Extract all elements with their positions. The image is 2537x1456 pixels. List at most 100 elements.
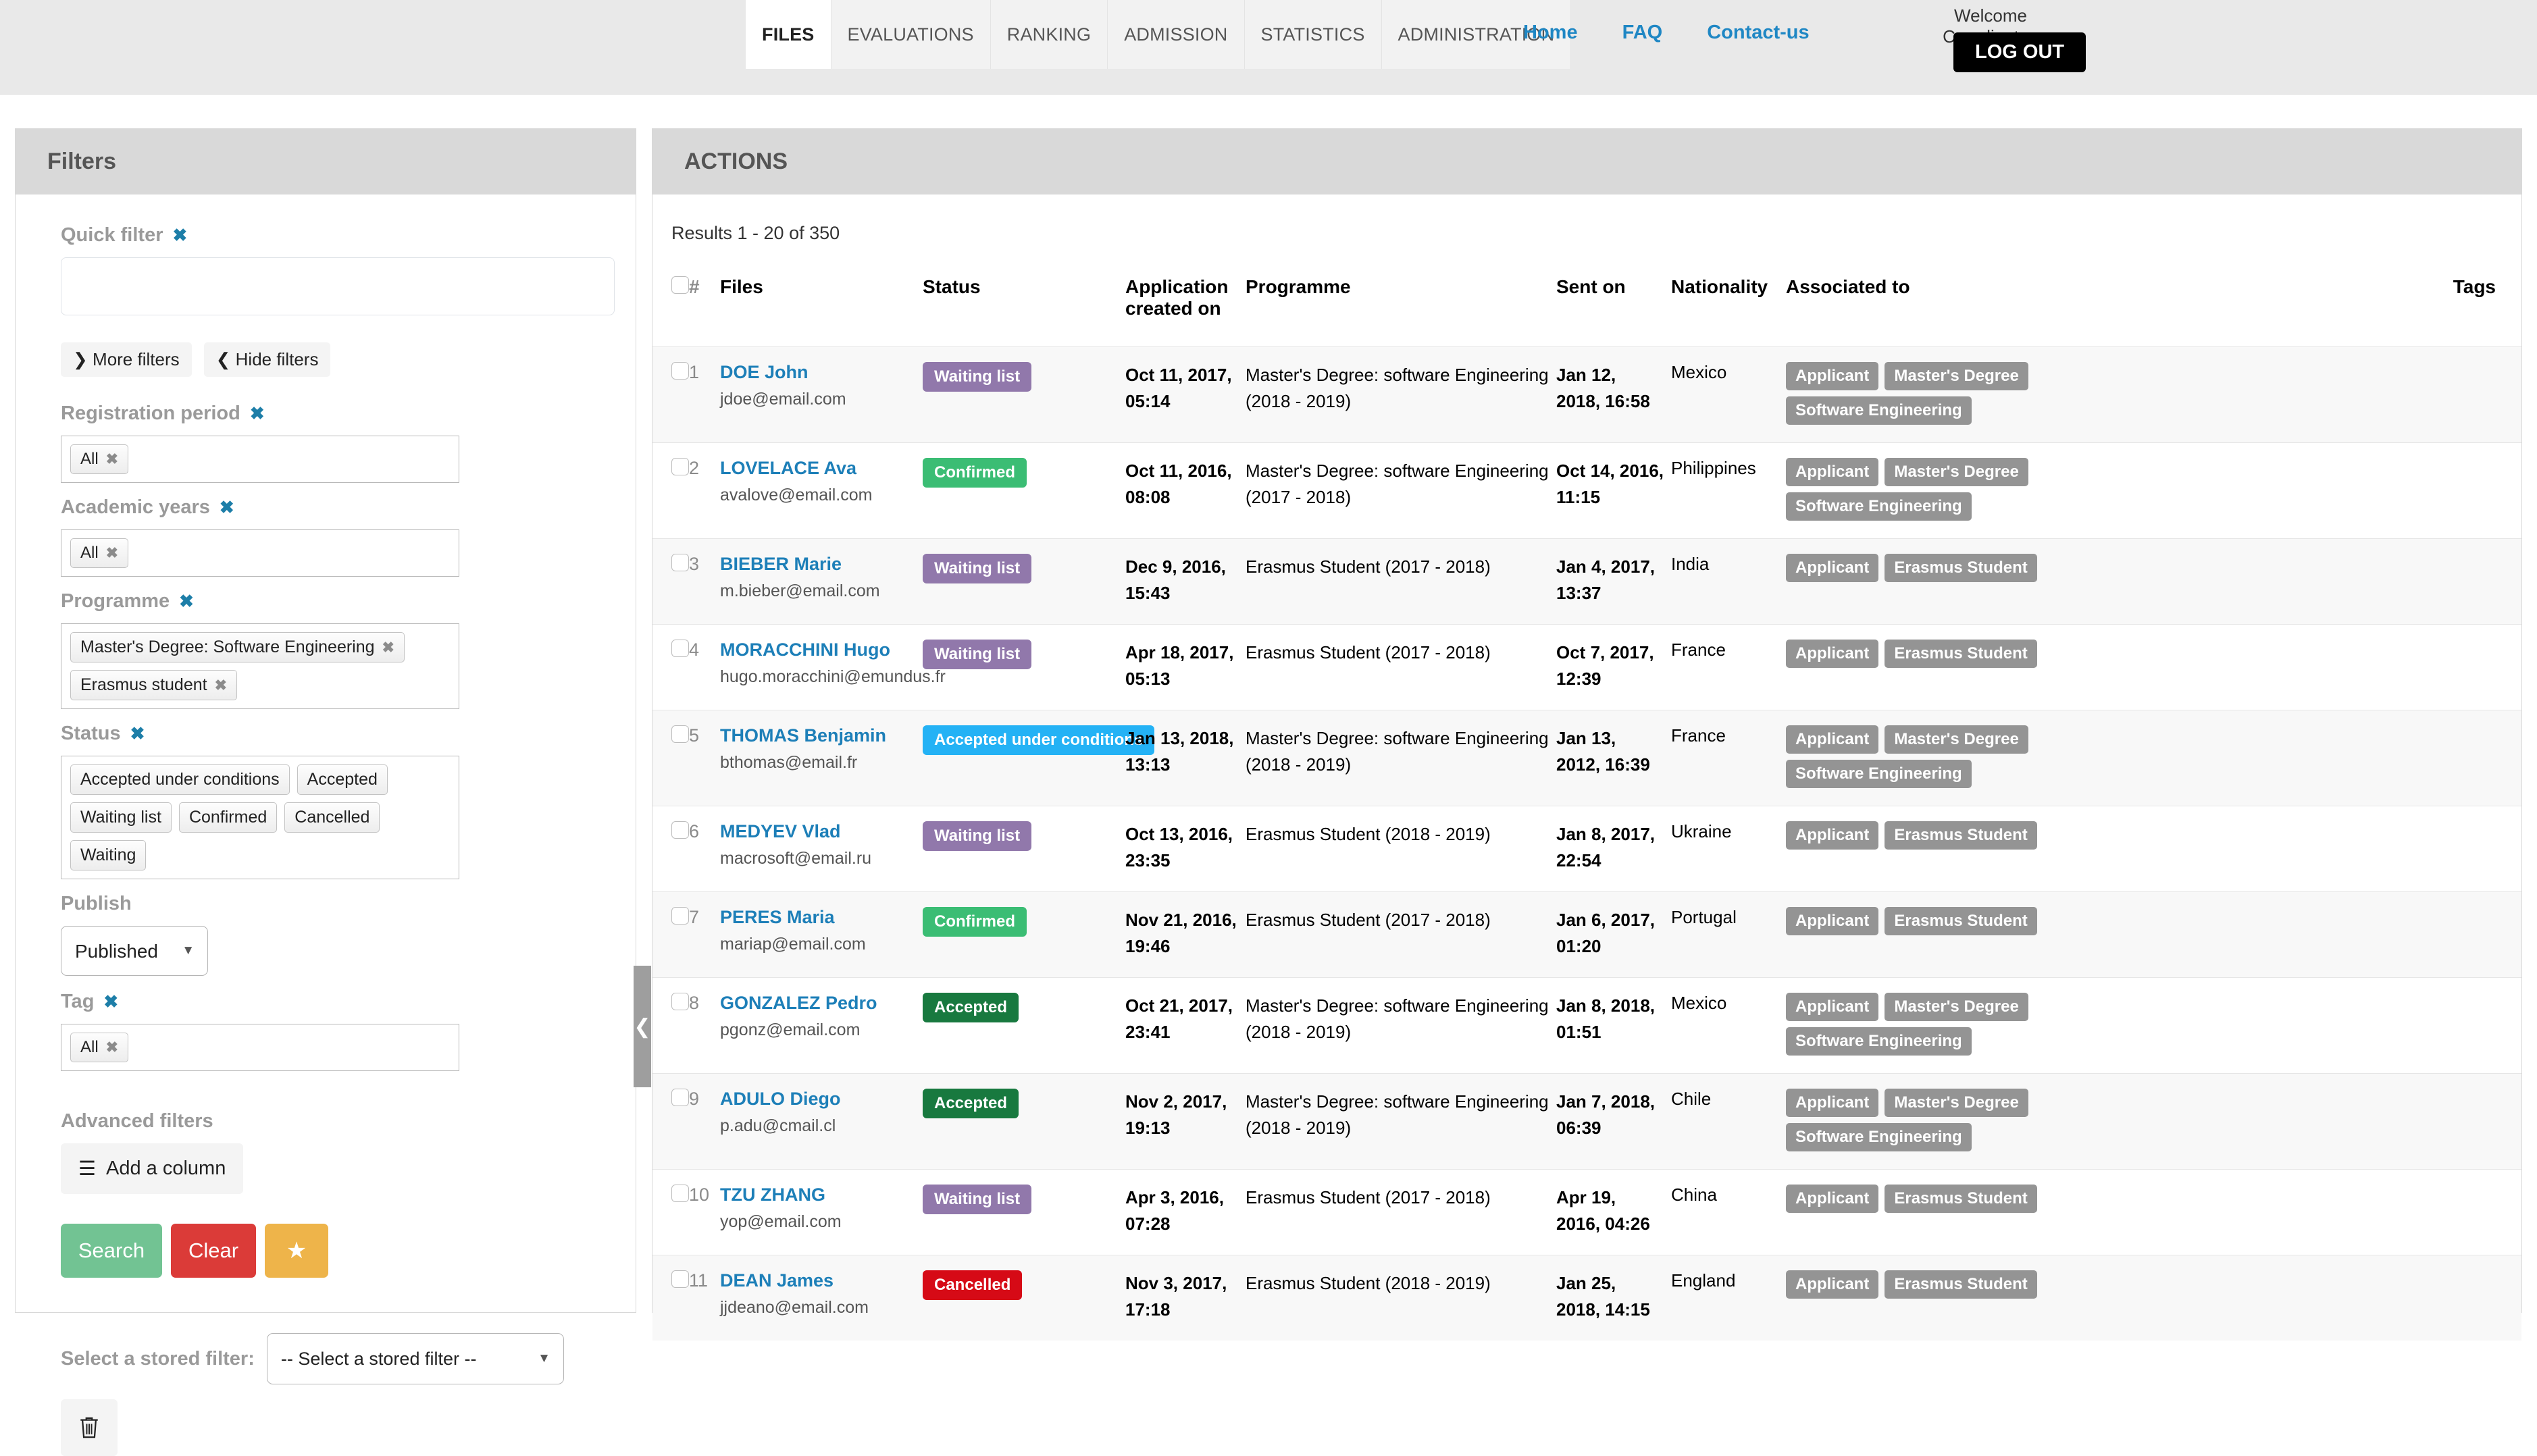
clear-academic-years-icon[interactable]: ✖ [220, 497, 234, 518]
registration-period-chipbox[interactable]: All ✖ [61, 436, 459, 483]
table-row[interactable]: 2 LOVELACE Ava avalove@email.com Confirmed O… [652, 442, 2521, 539]
row-checkbox[interactable] [671, 725, 689, 743]
table-row[interactable]: 6 MEDYEV Vlad macrosoft@email.ru Waiting li… [652, 806, 2521, 892]
table-row[interactable]: 1 DOE John jdoe@email.com Waiting list Oct 1… [652, 346, 2521, 443]
applicant-name-link[interactable]: MORACCHINI Hugo [720, 640, 916, 660]
nav-tab-files[interactable]: FILES [746, 0, 831, 69]
programme-chip[interactable]: Master's Degree: Software Engineering ✖ [70, 632, 405, 662]
save-filter-star-button[interactable]: ★ [265, 1224, 328, 1278]
status-chip[interactable]: Accepted [297, 764, 388, 795]
table-row[interactable]: 7 PERES Maria mariap@email.com Confirmed Nov… [652, 891, 2521, 978]
header-link-faq[interactable]: FAQ [1622, 22, 1663, 44]
applicant-name-link[interactable]: GONZALEZ Pedro [720, 993, 916, 1014]
applicant-name-link[interactable]: MEDYEV Vlad [720, 821, 916, 842]
stored-filter-select[interactable]: -- Select a stored filter -- [266, 1333, 564, 1384]
logout-button[interactable]: LOG OUT [1953, 32, 2086, 72]
applicant-name-link[interactable]: DEAN James [720, 1270, 916, 1291]
table-row[interactable]: 11 DEAN James jjdeano@email.com Cancelled No… [652, 1255, 2521, 1341]
tag-chipbox[interactable]: All ✖ [61, 1024, 459, 1071]
row-checkbox[interactable] [671, 640, 689, 657]
programme-chipbox[interactable]: Master's Degree: Software Engineering ✖ Er… [61, 623, 459, 709]
row-checkbox[interactable] [671, 1270, 689, 1288]
publish-label-text: Publish [61, 893, 132, 914]
programme-cell: Master's Degree: software Engineering (2… [1246, 1074, 1556, 1170]
quick-filter-input[interactable] [61, 257, 615, 315]
column-header-status[interactable]: Status [923, 244, 1125, 347]
status-chip[interactable]: Waiting [70, 840, 147, 870]
clear-tag-icon[interactable]: ✖ [103, 991, 118, 1012]
status-chip[interactable]: Confirmed [178, 802, 278, 833]
nav-tab-admission[interactable]: ADMISSION [1108, 0, 1245, 69]
remove-chip-icon[interactable]: ✖ [106, 1039, 118, 1056]
nav-tab-evaluations[interactable]: EVALUATIONS [831, 0, 991, 69]
table-row[interactable]: 5 THOMAS Benjamin bthomas@email.fr Accepted… [652, 710, 2521, 806]
programme-chip[interactable]: Erasmus student ✖ [70, 670, 238, 700]
row-checkbox[interactable] [671, 362, 689, 380]
row-checkbox[interactable] [671, 554, 689, 571]
header-link-home[interactable]: Home [1523, 22, 1578, 44]
applicant-name-link[interactable]: BIEBER Marie [720, 554, 916, 575]
row-checkbox[interactable] [671, 993, 689, 1010]
select-all-checkbox[interactable] [671, 276, 689, 294]
clear-registration-period-icon[interactable]: ✖ [250, 403, 265, 424]
column-header-files[interactable]: Files [720, 244, 923, 347]
search-button[interactable]: Search [61, 1224, 162, 1278]
nationality-value: Portugal [1671, 907, 1737, 927]
row-checkbox[interactable] [671, 821, 689, 839]
status-chip[interactable]: Cancelled [284, 802, 380, 833]
status-chipbox[interactable]: Accepted under conditions Accepted Waiting… [61, 756, 459, 879]
delete-stored-filter-button[interactable] [61, 1399, 118, 1456]
status-chip[interactable]: Waiting list [70, 802, 172, 833]
column-header-tags[interactable]: Tags [2053, 244, 2521, 347]
applicant-name-link[interactable]: LOVELACE Ava [720, 458, 916, 479]
stored-filter-select-wrap: -- Select a stored filter -- ▼ [266, 1333, 564, 1384]
chevron-down-icon: ❯ [73, 349, 88, 369]
table-row[interactable]: 10 TZU ZHANG yop@email.com Waiting list Apr … [652, 1169, 2521, 1255]
table-row[interactable]: 8 GONZALEZ Pedro pgonz@email.com Accepted Oc… [652, 977, 2521, 1074]
add-a-column-button[interactable]: ☰ Add a column [61, 1143, 244, 1194]
applicant-name-link[interactable]: THOMAS Benjamin [720, 725, 916, 746]
academic-years-chip[interactable]: All ✖ [70, 538, 129, 568]
remove-chip-icon[interactable]: ✖ [106, 450, 118, 468]
column-header-created-on[interactable]: Application created on [1125, 244, 1246, 347]
row-checkbox[interactable] [671, 1185, 689, 1202]
row-checkbox[interactable] [671, 1089, 689, 1106]
column-header-programme[interactable]: Programme [1246, 244, 1556, 347]
publish-select[interactable]: Published [61, 926, 208, 976]
column-header-sent-on[interactable]: Sent on [1556, 244, 1671, 347]
registration-period-chip[interactable]: All ✖ [70, 444, 129, 474]
table-row[interactable]: 9 ADULO Diego p.adu@cmail.cl Accepted Nov 2,… [652, 1073, 2521, 1170]
more-filters-button[interactable]: ❯ More filters [61, 342, 192, 377]
column-header-nationality[interactable]: Nationality [1671, 244, 1786, 347]
column-header-associated-to[interactable]: Associated to [1786, 244, 2053, 347]
clear-quick-filter-icon[interactable]: ✖ [173, 225, 188, 246]
associated-tag: Software Engineering [1786, 1027, 1972, 1056]
remove-chip-icon[interactable]: ✖ [106, 544, 118, 562]
tags-cell [2053, 625, 2521, 710]
applicant-name-link[interactable]: TZU ZHANG [720, 1185, 916, 1205]
applicant-name-link[interactable]: DOE John [720, 362, 916, 383]
application-created-on: Oct 11, 2017, 05:14 [1125, 365, 1232, 411]
hide-filters-button[interactable]: ❮ Hide filters [203, 342, 331, 377]
clear-status-icon[interactable]: ✖ [130, 723, 145, 744]
tag-chip[interactable]: All ✖ [70, 1033, 129, 1062]
column-header-number[interactable]: # [689, 244, 720, 347]
sidebar-collapse-handle[interactable]: ❮ [634, 966, 651, 1087]
table-row[interactable]: 3 BIEBER Marie m.bieber@email.com Waiting l… [652, 538, 2521, 625]
row-checkbox[interactable] [671, 907, 689, 925]
nav-tab-statistics[interactable]: STATISTICS [1244, 0, 1382, 69]
clear-button[interactable]: Clear [171, 1224, 256, 1278]
tags-cell [2053, 1170, 2521, 1255]
applicant-name-link[interactable]: PERES Maria [720, 907, 916, 928]
table-row[interactable]: 4 MORACCHINI Hugo hugo.moracchini@emundus.… [652, 624, 2521, 710]
remove-chip-icon[interactable]: ✖ [215, 677, 227, 694]
row-checkbox[interactable] [671, 458, 689, 475]
header-link-contact-us[interactable]: Contact-us [1707, 22, 1809, 44]
remove-chip-icon[interactable]: ✖ [382, 639, 394, 656]
applicant-email: mariap@email.com [720, 935, 866, 954]
applicant-name-link[interactable]: ADULO Diego [720, 1089, 916, 1110]
status-chip[interactable]: Accepted under conditions [70, 764, 290, 795]
clear-programme-icon[interactable]: ✖ [179, 591, 194, 612]
academic-years-chipbox[interactable]: All ✖ [61, 529, 459, 577]
nav-tab-ranking[interactable]: RANKING [990, 0, 1108, 69]
